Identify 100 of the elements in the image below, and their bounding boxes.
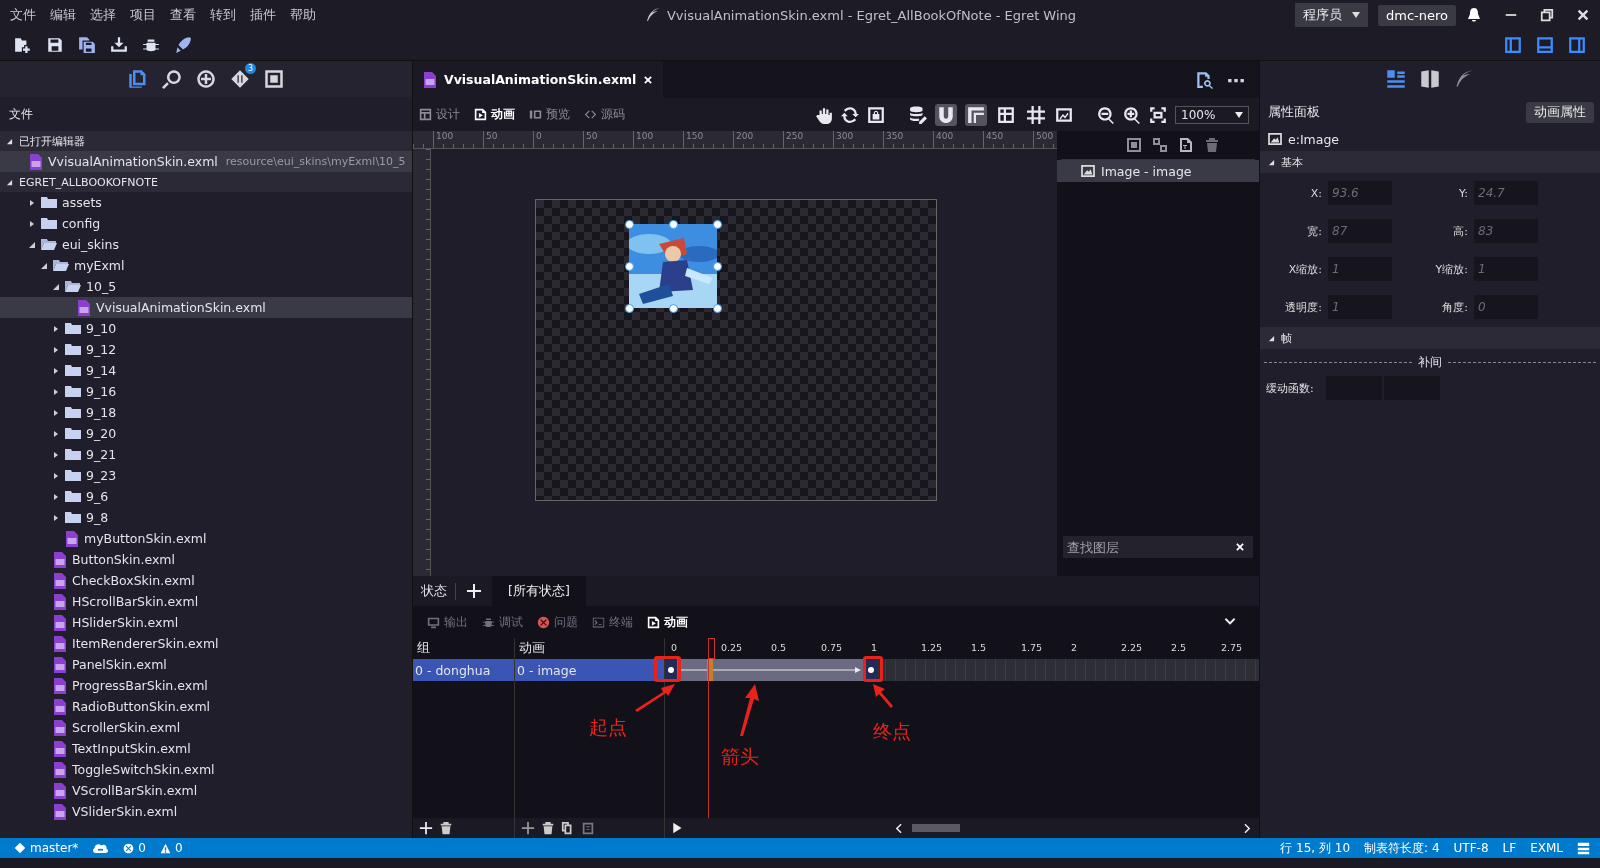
tree-item[interactable]: 9_23 <box>0 465 412 486</box>
tree-item[interactable]: VvisualAnimationSkin.exml resource\eui_skins\myExml\10_5 <box>0 151 412 172</box>
menu-item[interactable]: 选择 <box>90 6 116 24</box>
menu-item[interactable]: 项目 <box>130 6 156 24</box>
warning-count[interactable]: 0 <box>159 841 183 855</box>
time-tick: 1.75 <box>1021 642 1043 653</box>
window-title: VvisualAnimationSkin.exml - Egret_AllBookOfNote - Egret Wing <box>666 7 1077 23</box>
time-tick: 2.25 <box>1121 642 1143 653</box>
ruler-label: 50 <box>483 131 533 148</box>
time-tick: 1.25 <box>921 642 943 653</box>
tree-item[interactable]: config <box>0 213 412 234</box>
field-label: Y缩放: <box>1434 261 1468 277</box>
tree-item[interactable]: 9_8 <box>0 507 412 528</box>
ruler-label: 50 <box>583 131 633 148</box>
tree-item[interactable]: myButtonSkin.exml <box>0 528 412 549</box>
tree-item[interactable]: myExml <box>0 255 412 276</box>
state-tab[interactable]: [所有状态] <box>492 576 586 606</box>
tree-item[interactable]: VSliderSkin.exml <box>0 801 412 822</box>
tree-item[interactable]: TextInputSkin.exml <box>0 738 412 759</box>
input-field[interactable]: 24.7 <box>1474 181 1538 205</box>
menu-item[interactable]: 编辑 <box>50 6 76 24</box>
cursor-position[interactable]: 行 15, 列 10 <box>1280 839 1351 857</box>
tree-item[interactable]: 9_16 <box>0 381 412 402</box>
group-cell[interactable]: 0 - donghua <box>413 659 514 681</box>
language-mode[interactable]: EXML <box>1530 841 1563 855</box>
animation-cell[interactable]: 0 - image <box>514 659 664 681</box>
input-field[interactable]: 83 <box>1474 219 1538 243</box>
tree-item[interactable]: assets <box>0 192 412 213</box>
component-type: e:Image <box>1288 131 1340 147</box>
tree-item[interactable]: 9_10 <box>0 318 412 339</box>
role-dropdown[interactable]: 程序员 <box>1295 3 1368 27</box>
section-header[interactable]: 帧 <box>1260 327 1600 349</box>
menu-item[interactable]: 转到 <box>210 6 236 24</box>
tree-item[interactable]: 9_14 <box>0 360 412 381</box>
error-count[interactable]: 0 <box>123 841 146 855</box>
mode-tab[interactable]: 源码 <box>584 106 625 123</box>
mode-tab[interactable]: 动画 <box>474 106 515 123</box>
tree-item[interactable]: 10_5 <box>0 276 412 297</box>
tree-item[interactable]: CheckBoxSkin.exml <box>0 570 412 591</box>
input-field[interactable]: 0 <box>1474 295 1538 319</box>
time-tick: 0.5 <box>771 642 787 653</box>
ruler-label: 400 <box>933 131 983 148</box>
tree-item[interactable]: ToggleSwitchSkin.exml <box>0 759 412 780</box>
tree-item[interactable]: PanelSkin.exml <box>0 654 412 675</box>
search-field[interactable]: 查找图层 <box>1067 536 1227 558</box>
tree-item[interactable]: ItemRendererSkin.exml <box>0 633 412 654</box>
divider-label: 补间 <box>1418 355 1442 370</box>
panel-tab[interactable]: 调试 <box>482 613 523 631</box>
tree-item[interactable]: 9_20 <box>0 423 412 444</box>
tree-item[interactable]: RadioButtonSkin.exml <box>0 696 412 717</box>
mode-tab[interactable]: 设计 <box>419 106 460 123</box>
mode-tab[interactable]: 预览 <box>529 106 570 123</box>
tree-item[interactable]: 9_6 <box>0 486 412 507</box>
panel-tab[interactable]: 动画 <box>647 613 688 631</box>
tree-item[interactable]: 9_12 <box>0 339 412 360</box>
panel-title: 属性面板 <box>1268 103 1320 121</box>
tree-item[interactable]: HScrollBarSkin.exml <box>0 591 412 612</box>
field-label: 高: <box>1452 223 1468 239</box>
tree-item[interactable]: ProgressBarSkin.exml <box>0 675 412 696</box>
field-label: 宽: <box>1306 223 1322 239</box>
tab-size[interactable]: 制表符长度: 4 <box>1364 839 1440 857</box>
section-header[interactable]: 基本 <box>1260 151 1600 173</box>
tree-item[interactable]: ButtonSkin.exml <box>0 549 412 570</box>
menu-item[interactable]: 文件 <box>10 6 36 24</box>
ruler-label: 350 <box>883 131 933 148</box>
menu-item[interactable]: 查看 <box>170 6 196 24</box>
search-box[interactable]: 查找图层 <box>1063 536 1253 558</box>
tree-item[interactable]: 9_18 <box>0 402 412 423</box>
tree-item[interactable]: VScrollBarSkin.exml <box>0 780 412 801</box>
time-tick: 2.5 <box>1171 642 1187 653</box>
panel-tab[interactable]: 输出 <box>427 613 468 631</box>
states-label: 状态 <box>421 582 456 600</box>
line-ending[interactable]: LF <box>1502 841 1517 855</box>
ruler-label: 300 <box>833 131 883 148</box>
tree-item[interactable]: 9_21 <box>0 444 412 465</box>
tree-item[interactable]: ScrollerSkin.exml <box>0 717 412 738</box>
annotation-label: 箭头 <box>721 744 759 769</box>
time-tick: 0.75 <box>821 642 843 653</box>
encoding[interactable]: UTF-8 <box>1453 841 1489 855</box>
tree-item[interactable]: HSliderSkin.exml <box>0 612 412 633</box>
tree-item[interactable]: VvisualAnimationSkin.exml <box>0 297 412 318</box>
tree-item[interactable]: eui_skins <box>0 234 412 255</box>
annotation-label: 起点 <box>589 715 627 740</box>
input-field[interactable]: 93.6 <box>1328 181 1392 205</box>
panel-tab[interactable]: 问题 <box>537 613 578 631</box>
animation-properties-button[interactable]: 动画属性 <box>1526 101 1594 123</box>
layer-item[interactable]: Image - image <box>1057 160 1259 182</box>
zoom-dropdown[interactable]: 100% <box>1175 105 1249 124</box>
input-field[interactable]: 87 <box>1328 219 1392 243</box>
field-label: 缓动函数: <box>1266 380 1315 396</box>
menu-item[interactable]: 帮助 <box>290 6 316 24</box>
ruler-label: 150 <box>683 131 733 148</box>
panel-tab[interactable]: 终端 <box>592 613 633 631</box>
menu-item[interactable]: 插件 <box>250 6 276 24</box>
section-header[interactable]: EGRET_ALLBOOKOFNOTE <box>0 172 412 192</box>
section-header[interactable]: 已打开编辑器 <box>0 131 412 151</box>
branch-indicator[interactable]: master* <box>14 841 79 855</box>
user-button[interactable]: dmc-nero <box>1378 4 1456 26</box>
annotation-label: 终点 <box>873 719 911 744</box>
editor-tab[interactable]: VvisualAnimationSkin.exml <box>413 61 664 98</box>
